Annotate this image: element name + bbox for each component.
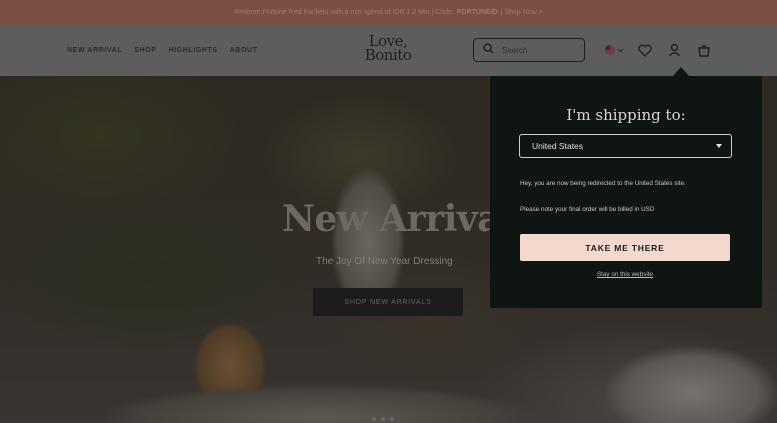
nav-item-new-arrival[interactable]: NEW ARRIVAL <box>67 47 122 54</box>
carousel-dot[interactable] <box>390 417 394 421</box>
shop-new-arrivals-button[interactable]: SHOP NEW ARRIVALS <box>313 288 463 316</box>
site-header: NEW ARRIVAL SHOP HIGHLIGHTS ABOUT Love, … <box>0 25 777 76</box>
carousel-dot[interactable] <box>372 417 376 421</box>
brand-logo[interactable]: Love, Bonito <box>355 34 421 68</box>
carousel-dot[interactable] <box>381 417 385 421</box>
flag-us-icon[interactable] <box>604 42 624 58</box>
billing-message: Please note your final order will be bil… <box>520 206 655 213</box>
redirect-message: Hey, you are now being redirected to the… <box>520 180 686 187</box>
promo-text: Redeem Fortune Red Packets with a min sp… <box>234 9 454 16</box>
hero-subtitle: The Joy Of New Year Dressing <box>316 256 453 267</box>
country-select[interactable]: United States <box>519 134 732 158</box>
nav-item-shop[interactable]: SHOP <box>134 47 156 54</box>
hero-photo-dress <box>560 316 777 423</box>
stay-on-website-link[interactable]: Stay on this website <box>490 271 760 278</box>
logo-line-2: Bonito <box>364 46 412 64</box>
promo-code: FORTUNEID <box>456 9 498 16</box>
chevron-down-icon <box>716 144 722 148</box>
carousel-dots <box>372 417 394 421</box>
nav-item-about[interactable]: ABOUT <box>230 47 258 54</box>
search-placeholder: Search <box>502 45 528 55</box>
nav-item-highlights[interactable]: HIGHLIGHTS <box>168 47 217 54</box>
heart-icon[interactable] <box>637 42 653 58</box>
promo-bar[interactable]: Redeem Fortune Red Packets with a min sp… <box>0 0 777 25</box>
hero-photo-table <box>60 376 580 423</box>
shipping-popover: I'm shipping to: United States Hey, you … <box>490 76 762 308</box>
search-icon <box>483 41 494 59</box>
main-nav: NEW ARRIVAL SHOP HIGHLIGHTS ABOUT <box>67 25 258 76</box>
country-select-value: United States <box>532 141 584 151</box>
shipping-title: I'm shipping to: <box>566 106 686 124</box>
account-icon[interactable] <box>666 42 682 58</box>
promo-shop-link[interactable]: | Shop Now > <box>501 9 543 16</box>
bag-icon[interactable] <box>696 42 712 58</box>
take-me-there-button[interactable]: TAKE ME THERE <box>520 234 730 261</box>
search-input[interactable]: Search <box>473 38 585 62</box>
popover-caret <box>673 67 689 76</box>
